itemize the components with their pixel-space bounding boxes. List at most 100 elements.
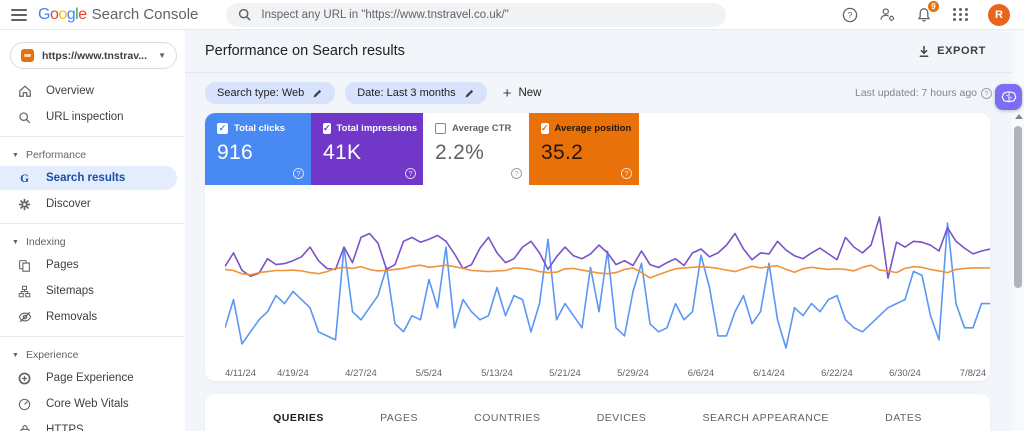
scrollbar-up-arrow[interactable] — [1014, 114, 1023, 119]
sidebar-nav: https://www.tnstrav... ▼ Overview URL ins… — [0, 30, 185, 431]
metric-help-icon[interactable]: ? — [293, 168, 304, 179]
tab-pages[interactable]: PAGES — [378, 408, 420, 428]
average-position-line — [225, 264, 990, 279]
manage-accounts-icon[interactable] — [877, 5, 897, 25]
sidebar-item-core-web-vitals[interactable]: Core Web Vitals — [0, 392, 177, 416]
app-logo[interactable]: Google Search Console — [38, 6, 198, 24]
page-title: Performance on Search results — [205, 43, 405, 59]
metric-card-average-ctr[interactable]: Average CTR 2.2%? — [423, 113, 529, 185]
tab-search-appearance[interactable]: SEARCH APPEARANCE — [701, 408, 831, 428]
metric-help-icon[interactable]: ? — [405, 168, 416, 179]
sidebar-section-experience[interactable]: ▼ Experience — [0, 344, 185, 366]
sidebar-divider — [0, 223, 185, 224]
metric-value: 916 — [217, 141, 253, 164]
tab-queries[interactable]: QUERIES — [271, 408, 326, 428]
x-axis-label: 4/11/24 — [225, 368, 256, 379]
metric-card-total-clicks[interactable]: ✓ Total clicks 916? — [205, 113, 311, 185]
checkbox-unchecked-icon[interactable] — [435, 123, 446, 134]
filter-chip-search-type[interactable]: Search type: Web — [205, 82, 336, 104]
sitemaps-icon — [17, 284, 32, 299]
sidebar-item-sitemaps[interactable]: Sitemaps — [0, 279, 177, 303]
menu-icon[interactable] — [0, 6, 38, 24]
metric-card-average-position[interactable]: ✓ Average position 35.2? — [529, 113, 639, 185]
property-label: https://www.tnstrav... — [42, 49, 148, 62]
filter-chip-date[interactable]: Date: Last 3 months — [345, 82, 487, 104]
info-icon[interactable]: ? — [981, 87, 992, 99]
tab-devices[interactable]: DEVICES — [595, 408, 649, 428]
collapse-triangle-icon: ▼ — [12, 151, 19, 159]
x-axis-label: 6/6/24 — [687, 368, 715, 379]
x-axis-label: 4/19/24 — [277, 368, 309, 379]
metric-value: 2.2% — [435, 141, 485, 164]
performance-chart-card: ✓ Total clicks 916? ✓ Total impressions 41K? A… — [205, 113, 990, 381]
account-avatar[interactable]: R — [988, 3, 1010, 26]
metric-label: Total clicks — [234, 123, 286, 134]
eye-off-icon — [17, 310, 32, 325]
x-axis-label: 7/8/24 — [959, 368, 987, 379]
metric-card-total-impressions[interactable]: ✓ Total impressions 41K? — [311, 113, 423, 185]
sidebar-item-discover[interactable]: Discover — [0, 192, 177, 216]
edit-pencil-icon — [313, 89, 322, 97]
search-console-label: Search Console — [91, 5, 199, 23]
sidebar-item-page-experience[interactable]: Page Experience — [0, 366, 177, 390]
plus-icon: + — [502, 84, 512, 102]
google-apps-grid-icon[interactable] — [951, 5, 971, 25]
x-axis-label: 6/30/24 — [889, 368, 921, 379]
metric-value: 41K — [323, 141, 362, 164]
checkbox-checked-icon[interactable]: ✓ — [323, 123, 331, 134]
sidebar-item-label: HTTPS — [46, 424, 84, 431]
help-icon[interactable]: ? — [840, 5, 860, 25]
brain-icon — [1001, 91, 1016, 103]
svg-text:G: G — [20, 173, 29, 185]
sidebar-section-indexing[interactable]: ▼ Indexing — [0, 231, 185, 253]
svg-text:?: ? — [848, 10, 853, 20]
x-axis-label: 5/5/24 — [415, 368, 443, 379]
sidebar-item-overview[interactable]: Overview — [0, 79, 177, 103]
property-selector[interactable]: https://www.tnstrav... ▼ — [10, 42, 177, 69]
sidebar-item-label: Sitemaps — [46, 285, 94, 297]
url-inspect-input[interactable] — [261, 8, 715, 21]
scrollbar-thumb[interactable] — [1014, 126, 1022, 288]
metric-help-icon[interactable]: ? — [621, 168, 632, 179]
browser-extension-badge[interactable] — [995, 84, 1022, 110]
plus-circle-icon — [17, 371, 32, 386]
speedometer-icon — [17, 397, 32, 412]
url-inspect-searchbar[interactable] — [226, 2, 727, 27]
performance-chart — [225, 216, 990, 349]
last-updated-text: Last updated: 7 hours ago ? — [855, 87, 992, 99]
metric-help-icon[interactable]: ? — [511, 168, 522, 179]
total-clicks-line — [225, 222, 990, 349]
sidebar-divider — [0, 136, 185, 137]
sidebar-item-search-results[interactable]: G Search results — [0, 166, 177, 190]
x-axis-label: 6/14/24 — [753, 368, 785, 379]
sidebar-item-label: Pages — [46, 259, 79, 271]
sidebar-item-removals[interactable]: Removals — [0, 305, 177, 329]
main-content: Performance on Search results EXPORT Sea… — [185, 30, 1012, 431]
google-g-icon: G — [17, 171, 32, 186]
search-icon — [17, 110, 32, 125]
collapse-triangle-icon: ▼ — [12, 351, 19, 359]
site-favicon — [21, 49, 34, 62]
sidebar-item-pages[interactable]: Pages — [0, 253, 177, 277]
sidebar-item-https[interactable]: HTTPS — [0, 418, 177, 431]
dimension-tabs: QUERIES PAGES COUNTRIES DEVICES SEARCH APPEA… — [205, 394, 990, 431]
edit-pencil-icon — [465, 89, 473, 97]
sidebar-item-label: Removals — [46, 311, 98, 323]
sidebar-item-label: Search results — [46, 172, 126, 184]
lock-icon — [17, 423, 32, 431]
tab-countries[interactable]: COUNTRIES — [472, 408, 542, 428]
section-header-label: Experience — [25, 349, 79, 361]
checkbox-checked-icon[interactable]: ✓ — [541, 123, 549, 134]
download-icon — [919, 45, 929, 57]
new-filter-button[interactable]: + New — [503, 85, 542, 102]
sidebar-divider — [0, 336, 185, 337]
sidebar-section-performance[interactable]: ▼ Performance — [0, 144, 185, 166]
tab-dates[interactable]: DATES — [883, 408, 924, 428]
sidebar-item-label: Overview — [46, 85, 94, 97]
sidebar-item-url-inspection[interactable]: URL inspection — [0, 105, 177, 129]
export-button[interactable]: EXPORT — [912, 41, 992, 62]
sidebar-item-label: Core Web Vitals — [46, 398, 129, 410]
checkbox-checked-icon[interactable]: ✓ — [217, 123, 228, 134]
notifications-bell-icon[interactable]: 9 — [914, 0, 939, 25]
sidebar-item-label: Page Experience — [46, 372, 134, 384]
